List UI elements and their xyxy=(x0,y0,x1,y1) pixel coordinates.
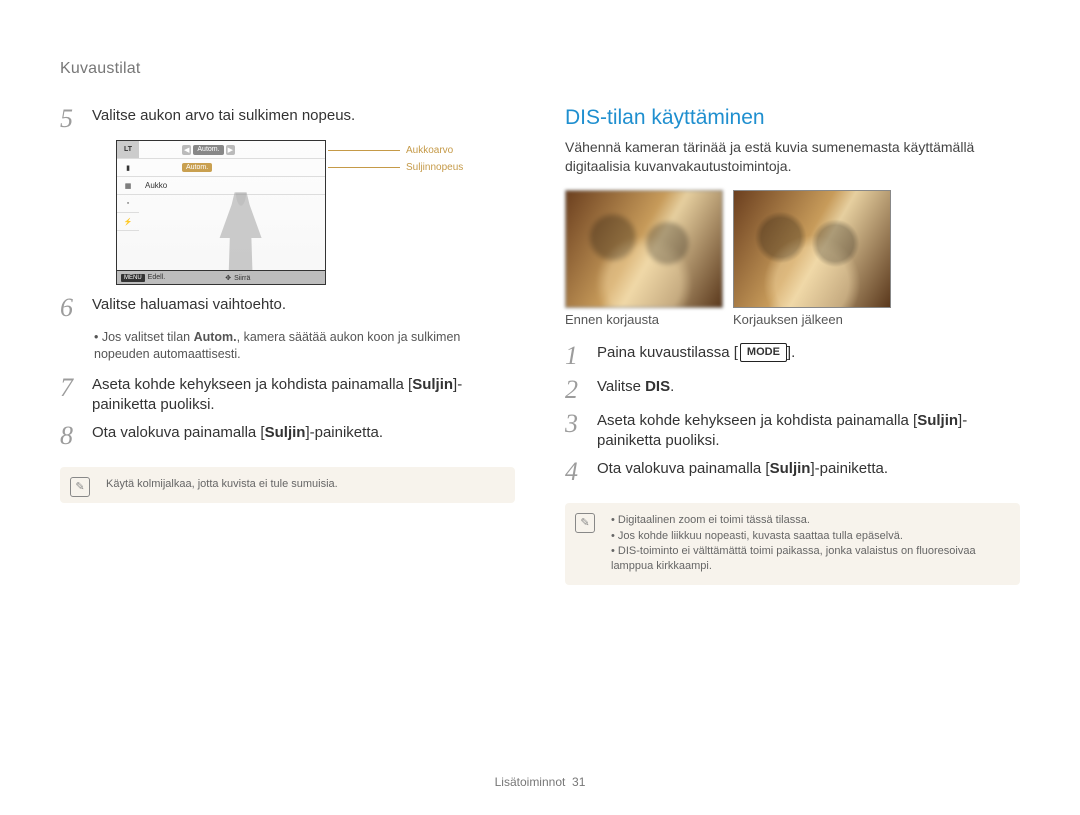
step-4: 4 Ota valokuva painamalla [Suljin]-paini… xyxy=(565,459,1020,485)
move-control: ✥Siirrä xyxy=(225,274,250,282)
note-box: ✎ Käytä kolmijalkaa, jotta kuvista ei tu… xyxy=(60,467,515,502)
step-text: Valitse haluamasi vaihtoehto. xyxy=(92,295,286,321)
step-7: 7 Aseta kohde kehykseen ja kohdista pain… xyxy=(60,375,515,416)
mode-chip: MODE xyxy=(740,343,787,362)
camera-screen: LT ▮ ▦ ▫ ⚡ ◀ Autom. ▶ xyxy=(116,140,326,285)
step-2: 2 Valitse DIS. xyxy=(565,377,1020,403)
aukko-label: Aukko xyxy=(139,181,167,190)
step-number: 4 xyxy=(565,459,589,485)
step-text: Ota valokuva painamalla [Suljin]-painike… xyxy=(597,459,888,485)
step-1: 1 Paina kuvaustilassa [MODE]. xyxy=(565,343,1020,369)
note-icon: ✎ xyxy=(70,477,90,497)
step-text: Valitse DIS. xyxy=(597,377,674,403)
page-footer: Lisätoiminnot 31 xyxy=(60,775,1020,815)
right-intro: Vähennä kameran tärinää ja estä kuvia su… xyxy=(565,138,1020,176)
camera-screen-wrap: LT ▮ ▦ ▫ ⚡ ◀ Autom. ▶ xyxy=(88,140,508,285)
step-number: 8 xyxy=(60,423,84,449)
silhouette-icon xyxy=(211,181,271,276)
annotation-suljinnopeus: Suljinnopeus xyxy=(328,162,463,173)
step-text: Ota valokuva painamalla [Suljin]-painike… xyxy=(92,423,383,449)
flash-off-icon: ⚡ xyxy=(117,213,139,231)
step-number: 3 xyxy=(565,411,589,452)
step-number: 7 xyxy=(60,375,84,416)
move-icon: ✥ xyxy=(225,275,231,282)
photo-before xyxy=(565,190,723,308)
step-text: Aseta kohde kehykseen ja kohdista painam… xyxy=(597,411,1020,452)
annotation-aukkoarvo: Aukkoarvo xyxy=(328,145,453,156)
lt-icon: LT xyxy=(117,141,139,159)
autom-selector: ◀ Autom. ▶ xyxy=(181,145,236,155)
photo-after xyxy=(733,190,891,308)
chevron-right-icon: ▶ xyxy=(226,145,235,155)
note-item: Jos kohde liikkuu nopeasti, kuvasta saat… xyxy=(611,529,1006,544)
step-3: 3 Aseta kohde kehykseen ja kohdista pain… xyxy=(565,411,1020,452)
columns: 5 Valitse aukon arvo tai sulkimen nopeus… xyxy=(60,106,1020,775)
step-number: 1 xyxy=(565,343,589,369)
note-box: ✎ Digitaalinen zoom ei toimi tässä tilas… xyxy=(565,503,1020,585)
photo-comparison xyxy=(565,190,1020,308)
step-number: 2 xyxy=(565,377,589,403)
photo-captions: Ennen korjausta Korjauksen jälkeen xyxy=(565,312,1020,327)
menu-back: MENUEdell. xyxy=(121,274,165,281)
step-text: Aseta kohde kehykseen ja kohdista painam… xyxy=(92,375,515,416)
note-item: Digitaalinen zoom ei toimi tässä tilassa… xyxy=(611,513,1006,528)
menu-button-icon: MENU xyxy=(121,274,145,282)
step-5: 5 Valitse aukon arvo tai sulkimen nopeus… xyxy=(60,106,515,132)
autom-tag: Autom. xyxy=(182,163,212,172)
step-6-sub: Jos valitset tilan Autom., kamera säätää… xyxy=(94,329,515,363)
step-number: 5 xyxy=(60,106,84,132)
right-column: DIS-tilan käyttäminen Vähennä kameran tä… xyxy=(565,106,1020,775)
section-title: Kuvaustilat xyxy=(60,60,1020,78)
status-icon: ▫ xyxy=(117,195,139,213)
status-icon: ▮ xyxy=(117,159,139,177)
autom-tag: Autom. xyxy=(193,145,223,155)
caption-after: Korjauksen jälkeen xyxy=(733,312,891,327)
step-text: Paina kuvaustilassa [MODE]. xyxy=(597,343,795,369)
note-icon: ✎ xyxy=(575,513,595,533)
note-item: DIS-toiminto ei välttämättä toimi paikas… xyxy=(611,544,1006,575)
step-text: Valitse aukon arvo tai sulkimen nopeus. xyxy=(92,106,355,132)
status-icon: ▦ xyxy=(117,177,139,195)
step-8: 8 Ota valokuva painamalla [Suljin]-paini… xyxy=(60,423,515,449)
caption-before: Ennen korjausta xyxy=(565,312,723,327)
step-6: 6 Valitse haluamasi vaihtoehto. xyxy=(60,295,515,321)
step-number: 6 xyxy=(60,295,84,321)
chevron-left-icon: ◀ xyxy=(182,145,191,155)
autom-selector-2: Autom. xyxy=(181,163,213,172)
right-title: DIS-tilan käyttäminen xyxy=(565,106,1020,130)
left-column: 5 Valitse aukon arvo tai sulkimen nopeus… xyxy=(60,106,515,775)
